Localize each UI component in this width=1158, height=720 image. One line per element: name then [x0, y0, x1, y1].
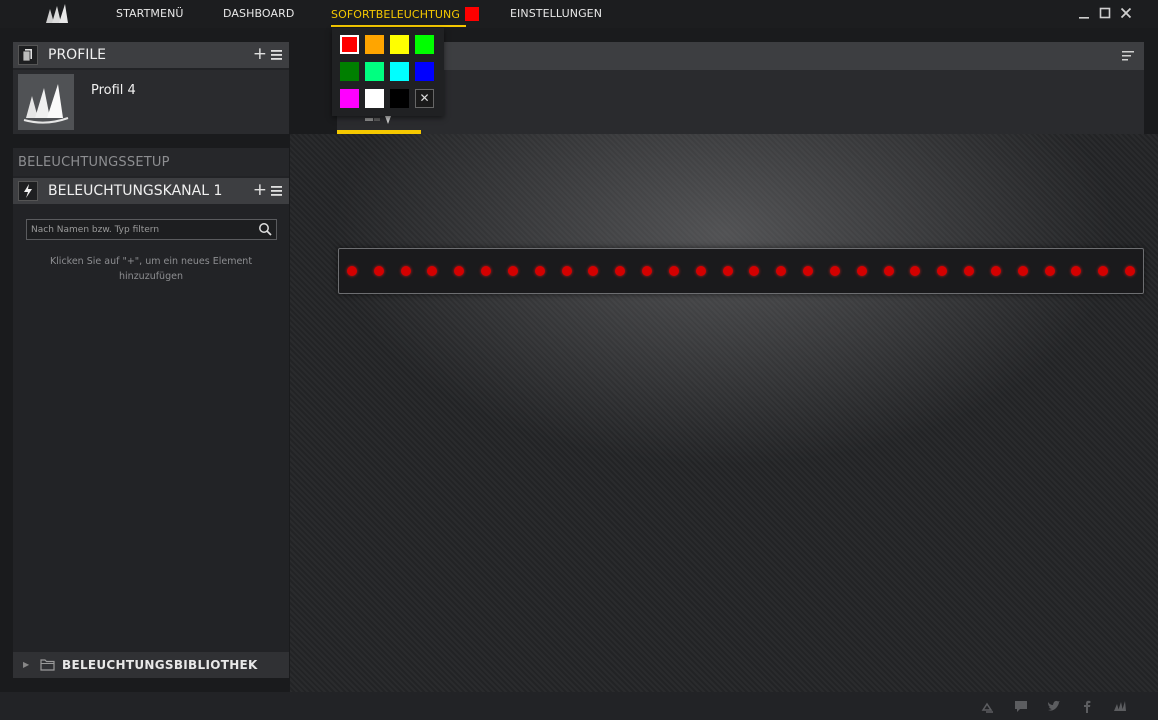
- add-profile-button[interactable]: +: [253, 44, 267, 64]
- led-dot[interactable]: [937, 266, 948, 276]
- device-tabs-area: [337, 70, 1144, 134]
- search-icon[interactable]: [258, 222, 272, 236]
- empty-hint: Klicken Sie auf "+", um ein neues Elemen…: [49, 256, 253, 282]
- device-tab-active-indicator: [337, 130, 421, 134]
- footer-bar: [0, 692, 1158, 720]
- minimize-icon[interactable]: [1076, 5, 1092, 21]
- led-dot[interactable]: [1017, 266, 1028, 276]
- color-swatch[interactable]: [365, 35, 384, 54]
- color-swatch[interactable]: [390, 62, 409, 81]
- twitter-icon[interactable]: [1047, 700, 1061, 713]
- color-swatch[interactable]: [365, 89, 384, 108]
- active-color-swatch[interactable]: [465, 7, 479, 21]
- led-dot[interactable]: [964, 266, 975, 276]
- nav-sofortbeleuchtung-label: SOFORTBELEUCHTUNG: [331, 8, 460, 21]
- add-element-button[interactable]: +: [253, 180, 267, 200]
- led-dot[interactable]: [722, 266, 733, 276]
- led-dot[interactable]: [400, 266, 411, 276]
- led-dot[interactable]: [615, 266, 626, 276]
- filter-field: [26, 219, 277, 240]
- led-dot[interactable]: [507, 266, 518, 276]
- lighting-setup-section: BELEUCHTUNGSSETUP: [13, 148, 289, 176]
- led-strip[interactable]: [338, 248, 1144, 294]
- channel-menu-icon[interactable]: [271, 186, 282, 196]
- profiles-icon: [18, 45, 38, 65]
- led-dot[interactable]: [347, 266, 357, 276]
- color-swatch[interactable]: [415, 62, 434, 81]
- active-tab-underline: [331, 25, 466, 27]
- chat-icon[interactable]: [1014, 700, 1028, 713]
- led-dot[interactable]: [1098, 266, 1109, 276]
- library-header[interactable]: ▶ BELEUCHTUNGSBIBLIOTHEK: [13, 652, 289, 678]
- nav-einstellungen[interactable]: EINSTELLUNGEN: [510, 7, 602, 20]
- channel-header[interactable]: BELEUCHTUNGSKANAL 1 +: [13, 178, 289, 204]
- led-dot[interactable]: [803, 266, 814, 276]
- led-dot[interactable]: [642, 266, 653, 276]
- corsair-sails-icon: [23, 84, 69, 124]
- led-dot[interactable]: [910, 266, 921, 276]
- nav-startmenu[interactable]: STARTMENÜ: [116, 7, 184, 20]
- profile-thumbnail: [18, 74, 74, 130]
- color-swatch[interactable]: [340, 35, 359, 54]
- led-dot[interactable]: [668, 266, 679, 276]
- led-dot[interactable]: [561, 266, 572, 276]
- color-swatch[interactable]: [340, 62, 359, 81]
- folder-icon: [40, 659, 55, 671]
- led-dot[interactable]: [588, 266, 599, 276]
- led-dot[interactable]: [776, 266, 787, 276]
- color-swatch[interactable]: [390, 89, 409, 108]
- library-title: BELEUCHTUNGSBIBLIOTHEK: [62, 658, 258, 672]
- color-swatch[interactable]: [365, 62, 384, 81]
- profiles-header: PROFILE +: [13, 42, 289, 68]
- profile-item[interactable]: Profil 4: [13, 70, 289, 134]
- profiles-title: PROFILE: [48, 47, 107, 63]
- led-dot[interactable]: [695, 266, 706, 276]
- link-icon[interactable]: [981, 700, 995, 713]
- led-dot[interactable]: [534, 266, 545, 276]
- corsair-icon[interactable]: [1113, 700, 1127, 713]
- color-picker-popup: ✕: [332, 28, 444, 116]
- profile-name: Profil 4: [91, 83, 136, 98]
- close-icon[interactable]: [1118, 5, 1134, 21]
- color-swatch[interactable]: [415, 35, 434, 54]
- led-dot[interactable]: [883, 266, 894, 276]
- led-dot[interactable]: [427, 266, 438, 276]
- color-swatch[interactable]: [390, 35, 409, 54]
- led-dot[interactable]: [749, 266, 760, 276]
- led-dot[interactable]: [454, 266, 465, 276]
- nav-sofortbeleuchtung[interactable]: SOFORTBELEUCHTUNG: [331, 7, 479, 21]
- clear-color-button[interactable]: ✕: [415, 89, 434, 108]
- device-header: [337, 42, 1144, 70]
- led-dot[interactable]: [1071, 266, 1082, 276]
- profiles-menu-icon[interactable]: [271, 50, 282, 60]
- lighting-setup-title: BELEUCHTUNGSSETUP: [18, 155, 170, 170]
- expand-arrow-icon[interactable]: ▶: [23, 660, 29, 669]
- led-dot[interactable]: [856, 266, 867, 276]
- facebook-icon[interactable]: [1080, 700, 1094, 713]
- sidebar-divider: [13, 134, 289, 148]
- lightning-icon: [18, 181, 38, 201]
- led-dot[interactable]: [829, 266, 840, 276]
- canvas-background: [290, 134, 1158, 692]
- maximize-icon[interactable]: [1097, 5, 1113, 21]
- list-view-icon[interactable]: [1122, 51, 1134, 61]
- channel-title: BELEUCHTUNGSKANAL 1: [48, 183, 223, 199]
- corsair-logo-icon[interactable]: [44, 3, 70, 25]
- led-dot[interactable]: [990, 266, 1001, 276]
- nav-dashboard[interactable]: DASHBOARD: [223, 7, 294, 20]
- led-dot[interactable]: [373, 266, 384, 276]
- color-swatch[interactable]: [340, 89, 359, 108]
- led-dot[interactable]: [1125, 266, 1135, 276]
- filter-input[interactable]: [27, 220, 251, 239]
- led-dot[interactable]: [1044, 266, 1055, 276]
- sidebar: PROFILE + Profil 4 BELEUCHTUNGSSETUP BEL…: [13, 42, 289, 678]
- led-dot[interactable]: [481, 266, 492, 276]
- top-nav: STARTMENÜ DASHBOARD SOFORTBELEUCHTUNG EI…: [0, 0, 1158, 28]
